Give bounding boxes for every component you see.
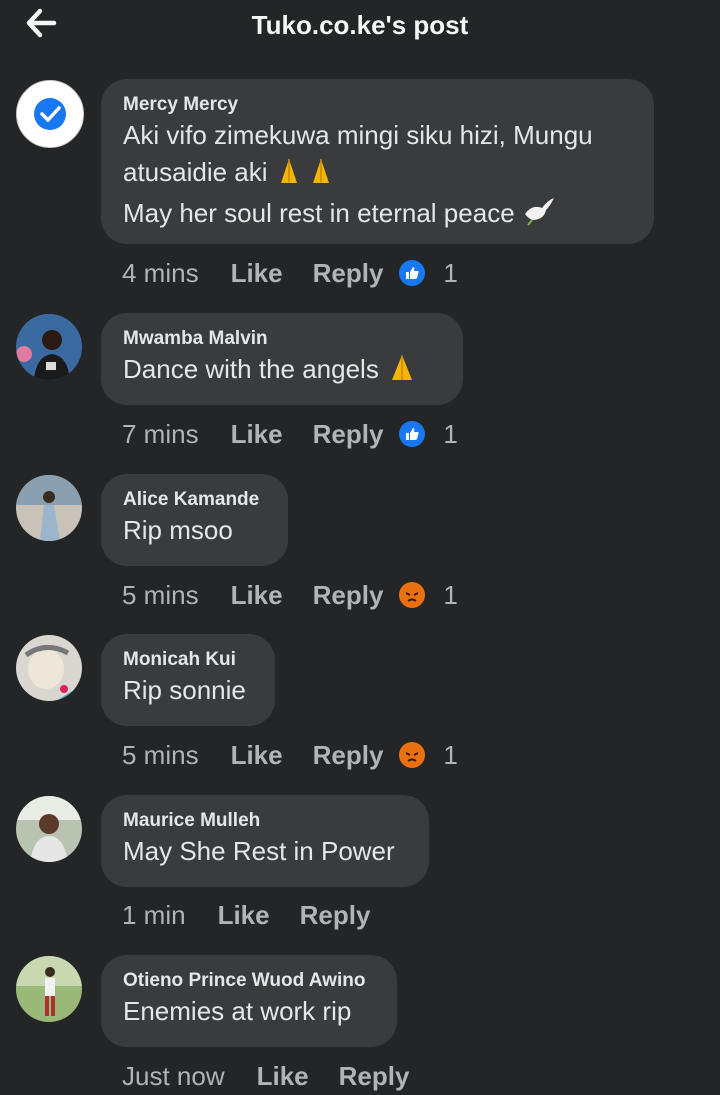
comment-actions: Just now Like Reply xyxy=(122,1058,439,1094)
reaction-count[interactable]: 1 xyxy=(443,258,457,289)
like-icon[interactable] xyxy=(399,421,426,447)
comment-line: May her soul rest in eternal peace xyxy=(123,198,515,228)
comment-author[interactable]: Mercy Mercy xyxy=(123,93,632,117)
reply-button[interactable]: Reply xyxy=(313,419,384,450)
comment-author[interactable]: Monicah Kui xyxy=(123,648,253,672)
comment-actions: 5 mins Like Reply 1 xyxy=(122,577,458,613)
praying-hands-icon xyxy=(275,155,339,195)
like-button[interactable]: Like xyxy=(218,900,270,931)
comment-time[interactable]: 5 mins xyxy=(122,580,199,611)
comment-time[interactable]: 5 mins xyxy=(122,740,199,771)
page-title: Tuko.co.ke's post xyxy=(251,10,469,40)
reaction-count[interactable]: 1 xyxy=(443,419,457,450)
comment-author[interactable]: Otieno Prince Wuod Awino xyxy=(123,969,375,993)
avatar[interactable] xyxy=(16,956,82,1022)
dove-icon xyxy=(522,196,556,236)
like-button[interactable]: Like xyxy=(231,740,283,771)
reaction-count[interactable]: 1 xyxy=(443,580,457,611)
avatar[interactable] xyxy=(16,475,82,541)
praying-hands-icon xyxy=(386,352,418,392)
avatar[interactable] xyxy=(16,635,82,701)
comment-text: Dance with the angels xyxy=(123,351,441,392)
comment-bubble[interactable]: Mwamba Malvin Dance with the angels xyxy=(101,313,463,405)
like-icon[interactable] xyxy=(399,260,426,286)
comment-text: Enemies at work rip xyxy=(123,996,352,1026)
comment-bubble[interactable]: Monicah Kui Rip sonnie xyxy=(101,634,275,726)
comment-actions: 4 mins Like Reply 1 xyxy=(122,255,458,291)
comment-line: atusaidie aki xyxy=(123,157,268,187)
reply-button[interactable]: Reply xyxy=(313,740,384,771)
comment-author[interactable]: Alice Kamande xyxy=(123,488,266,512)
angry-icon[interactable] xyxy=(399,582,426,608)
comment-time[interactable]: 1 min xyxy=(122,900,186,931)
comment-bubble[interactable]: Maurice Mulleh May She Rest in Power xyxy=(101,795,429,887)
like-button[interactable]: Like xyxy=(257,1061,309,1092)
angry-icon[interactable] xyxy=(399,742,426,768)
comment-text: May She Rest in Power xyxy=(123,836,395,866)
comment-author[interactable]: Mwamba Malvin xyxy=(123,327,441,351)
comment-actions: 5 mins Like Reply 1 xyxy=(122,737,458,773)
like-button[interactable]: Like xyxy=(231,580,283,611)
reply-button[interactable]: Reply xyxy=(313,580,384,611)
comment-actions: 7 mins Like Reply 1 xyxy=(122,416,458,452)
comment-bubble[interactable]: Otieno Prince Wuod Awino Enemies at work… xyxy=(101,955,397,1047)
comment-actions: 1 min Like Reply xyxy=(122,897,400,933)
header-bar: Tuko.co.ke's post xyxy=(0,0,720,55)
reply-button[interactable]: Reply xyxy=(300,900,371,931)
reply-button[interactable]: Reply xyxy=(313,258,384,289)
comment-time[interactable]: 7 mins xyxy=(122,419,199,450)
comment-bubble[interactable]: Alice Kamande Rip msoo xyxy=(101,474,288,566)
comment-author[interactable]: Maurice Mulleh xyxy=(123,809,407,833)
like-button[interactable]: Like xyxy=(231,258,283,289)
verified-check-icon xyxy=(34,98,66,130)
comment-line: Aki vifo zimekuwa mingi siku hizi, Mungu xyxy=(123,120,593,150)
reaction-count[interactable]: 1 xyxy=(443,740,457,771)
avatar[interactable] xyxy=(16,80,84,148)
comment-bubble[interactable]: Mercy Mercy Aki vifo zimekuwa mingi siku… xyxy=(101,79,654,244)
comment-line: Dance with the angels xyxy=(123,354,379,384)
reply-button[interactable]: Reply xyxy=(339,1061,410,1092)
avatar[interactable] xyxy=(16,314,82,380)
comment-text: Aki vifo zimekuwa mingi siku hizi, Mungu… xyxy=(123,117,632,236)
comment-text: Rip sonnie xyxy=(123,675,246,705)
comment-time[interactable]: 4 mins xyxy=(122,258,199,289)
avatar[interactable] xyxy=(16,796,82,862)
like-button[interactable]: Like xyxy=(231,419,283,450)
comment-time[interactable]: Just now xyxy=(122,1061,225,1092)
comment-text: Rip msoo xyxy=(123,515,233,545)
